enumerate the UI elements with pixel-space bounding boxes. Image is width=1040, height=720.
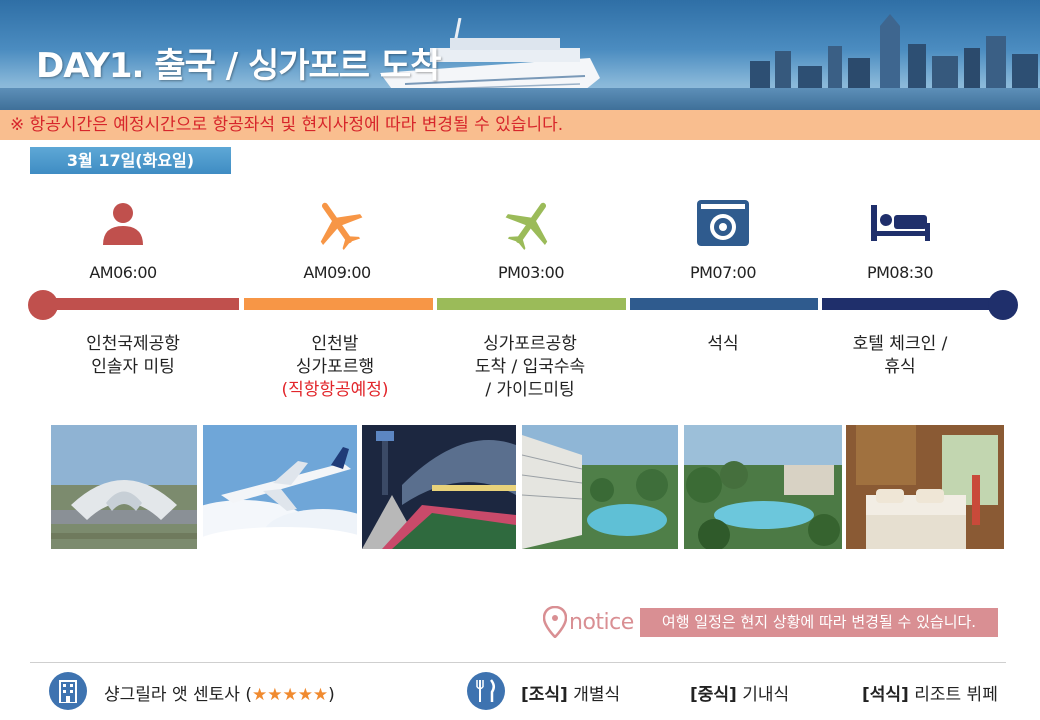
sea-strip xyxy=(0,88,1040,110)
breakfast-info: [조식] 개별식 xyxy=(521,685,621,705)
timeline-desc-4: 석식 xyxy=(707,334,739,354)
hotel-icon xyxy=(49,672,87,710)
timeline-start-dot xyxy=(28,290,58,320)
header-banner: DAY1. 출국 / 싱가포르 도착 xyxy=(0,0,1040,110)
location-pin-icon xyxy=(543,606,567,638)
airport-photo xyxy=(51,425,197,549)
timeline-time: PM03:00 xyxy=(497,263,565,282)
city-skyline-graphic xyxy=(750,14,1038,96)
footer-divider xyxy=(30,662,1006,663)
direct-flight-note: (직항항공예정) xyxy=(281,380,389,400)
timeline-segment-1 xyxy=(42,298,239,310)
notice-message: 여행 일정은 현지 상황에 따라 변경될 수 있습니다. xyxy=(640,608,998,637)
hotel-star-rating: ★★★★★ xyxy=(251,685,329,705)
timeline-end-dot xyxy=(988,290,1018,320)
dinner-info: [석식] 리조트 뷔페 xyxy=(862,685,998,705)
timeline-step-2: AM09:00 xyxy=(242,195,432,282)
page-title: DAY1. 출국 / 싱가포르 도착 xyxy=(36,46,441,86)
airplane-landing-icon xyxy=(505,202,548,251)
bed-icon xyxy=(871,205,930,241)
timeline-desc-2: 인천발 싱가포르행 (직항항공예정) xyxy=(240,333,430,402)
hotel-room-photo xyxy=(846,425,1004,549)
timeline-desc-3: 싱가포르공항 도착 / 입국수속 / 가이드미팅 xyxy=(474,334,586,400)
notice-label: notice xyxy=(543,606,634,638)
timeline-desc-1: 인천국제공항 인솔자 미팅 xyxy=(86,334,180,377)
lunch-info: [중식] 기내식 xyxy=(690,685,790,705)
resort-pool-photo xyxy=(522,425,678,549)
timeline-segment-3 xyxy=(437,298,626,310)
airplane-icon xyxy=(320,202,363,251)
timeline-step-5: PM08:30 xyxy=(805,195,995,282)
timeline-time: PM07:00 xyxy=(689,263,757,282)
camera-icon xyxy=(697,200,749,246)
airplane-photo xyxy=(203,425,357,549)
person-icon xyxy=(103,203,143,245)
flight-time-warning: ※ 항공시간은 예정시간으로 항공좌석 및 현지사정에 따라 변경될 수 있습니… xyxy=(0,110,1040,140)
resort-garden-photo xyxy=(684,425,842,549)
changi-photo xyxy=(362,425,516,549)
timeline-step-1: AM06:00 xyxy=(28,195,218,282)
date-badge: 3월 17일(화요일) xyxy=(30,147,231,174)
timeline-time: PM08:30 xyxy=(866,263,934,282)
timeline-segment-2 xyxy=(244,298,433,310)
timeline-time: AM06:00 xyxy=(89,263,157,282)
notice-word: notice xyxy=(569,609,634,635)
timeline-time: AM09:00 xyxy=(303,263,371,282)
timeline-segment-5 xyxy=(822,298,1004,310)
meal-icon xyxy=(467,672,505,710)
timeline-step-3: PM03:00 xyxy=(436,195,626,282)
timeline-step-4: PM07:00 xyxy=(628,195,818,282)
timeline-segment-4 xyxy=(630,298,818,310)
hotel-info: 샹그릴라 앳 센토사 (★★★★★) xyxy=(104,685,335,705)
timeline-desc-5: 호텔 체크인 / 휴식 xyxy=(852,334,948,377)
